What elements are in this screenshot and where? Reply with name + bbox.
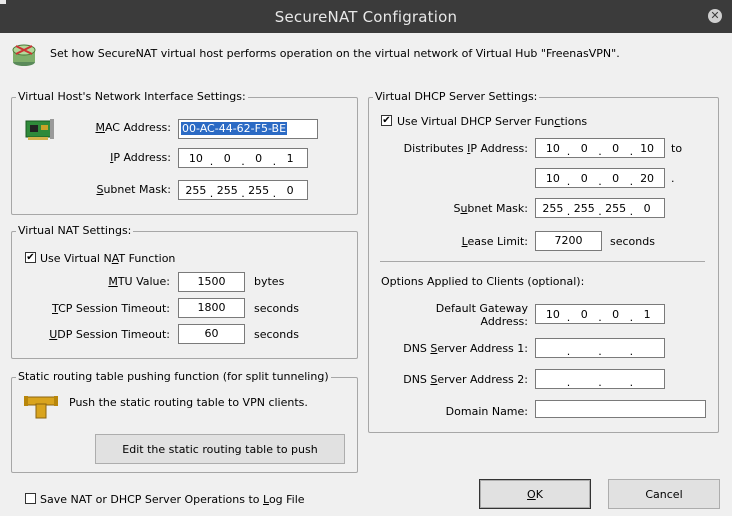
mtu-field[interactable]: 1500	[178, 272, 245, 292]
range-start-octet: 0	[580, 141, 588, 155]
cancel-button[interactable]: Cancel	[608, 479, 720, 509]
gateway-octet: 10	[545, 307, 560, 321]
domain-name-label: Domain Name:	[445, 405, 528, 418]
edit-static-routing-label: Edit the static routing table to push	[122, 443, 318, 456]
range-end-suffix: .	[671, 172, 675, 185]
mtu-unit: bytes	[254, 275, 285, 288]
mac-address-value: 00-AC-44-62-F5-BE	[181, 122, 288, 135]
range-end-octet: 0	[612, 171, 620, 185]
mask-octet: 255	[248, 183, 270, 197]
ip-address-field[interactable]: 10. 0. 0. 1	[178, 148, 308, 168]
nat-legend: Virtual NAT Settings:	[16, 224, 134, 237]
range-start-octet: 10	[640, 141, 655, 155]
gateway-label-line1: Default Gateway	[435, 302, 528, 315]
log-label: Save NAT or DHCP Server Operations to Lo…	[40, 493, 305, 506]
udp-timeout-label: UDP Session Timeout:	[49, 328, 170, 341]
ip-octet: 0	[255, 151, 263, 165]
ip-octet: 1	[286, 151, 294, 165]
dns1-label: DNS Server Address 1:	[403, 342, 528, 355]
dhcp-mask-octet: 255	[573, 201, 595, 215]
pipe-junction-icon	[24, 394, 58, 420]
ip-octet: 0	[223, 151, 231, 165]
nat-enable-checkbox[interactable]: ✔	[25, 252, 36, 263]
subnet-mask-field[interactable]: 255. 255. 255. 0	[178, 180, 308, 200]
mtu-label: MTU Value:	[108, 275, 170, 288]
range-start-octet: 10	[545, 141, 560, 155]
header-description: Set how SecureNAT virtual host performs …	[50, 47, 620, 60]
lease-limit-label: Lease Limit:	[461, 235, 528, 248]
dhcp-legend: Virtual DHCP Server Settings:	[373, 90, 540, 103]
mask-octet: 255	[216, 183, 238, 197]
title-bar: SecureNAT Configration ✕	[0, 0, 732, 33]
mask-octet: 0	[286, 183, 294, 197]
range-start-field[interactable]: 10. 0. 0. 10	[535, 138, 665, 158]
cancel-button-label: Cancel	[645, 488, 683, 501]
edit-static-routing-button[interactable]: Edit the static routing table to push	[95, 434, 345, 464]
nat-enable-label: Use Virtual NAT Function	[40, 252, 176, 265]
tcp-timeout-label: TCP Session Timeout:	[52, 302, 170, 315]
dhcp-mask-octet: 255	[605, 201, 627, 215]
dns2-field[interactable]: . . .	[535, 369, 665, 389]
dns2-label: DNS Server Address 2:	[403, 373, 528, 386]
gateway-octet: 0	[580, 307, 588, 321]
window-title: SecureNAT Configration	[274, 8, 458, 26]
dhcp-subnet-mask-field[interactable]: 255. 255. 255. 0	[535, 198, 665, 218]
udp-timeout-field[interactable]: 60	[178, 324, 245, 344]
domain-name-field[interactable]	[535, 400, 706, 418]
range-end-octet: 10	[545, 171, 560, 185]
tcp-timeout-unit: seconds	[254, 302, 299, 315]
dns1-field[interactable]: . . .	[535, 338, 665, 358]
gateway-label: Default Gateway Address:	[380, 302, 528, 328]
distribute-range-label: Distributes IP Address:	[403, 142, 528, 155]
lease-limit-unit: seconds	[610, 235, 655, 248]
ip-octet: 10	[188, 151, 203, 165]
mask-octet: 255	[185, 183, 207, 197]
close-icon[interactable]: ✕	[708, 9, 722, 23]
dhcp-mask-octet: 0	[643, 201, 651, 215]
range-to-label: to	[671, 142, 683, 155]
mac-address-field[interactable]: 00-AC-44-62-F5-BE	[178, 119, 318, 139]
mac-address-label: MAC Address:	[95, 121, 171, 134]
dhcp-mask-octet: 255	[542, 201, 564, 215]
gateway-octet: 1	[643, 307, 651, 321]
log-checkbox[interactable]	[25, 493, 36, 504]
range-end-field[interactable]: 10. 0. 0. 20	[535, 168, 665, 188]
lease-limit-field[interactable]: 7200	[535, 231, 602, 251]
udp-timeout-unit: seconds	[254, 328, 299, 341]
range-end-octet: 0	[580, 171, 588, 185]
ok-button[interactable]: OK	[479, 479, 591, 509]
ip-address-label: IP Address:	[110, 151, 171, 164]
ok-button-label: OK	[527, 488, 543, 501]
window-corner	[0, 0, 6, 4]
dhcp-enable-label: Use Virtual DHCP Server Functions	[397, 115, 588, 128]
range-end-octet: 20	[640, 171, 655, 185]
tcp-timeout-field[interactable]: 1800	[178, 298, 245, 318]
dhcp-enable-checkbox[interactable]: ✔	[381, 115, 392, 126]
gateway-octet: 0	[612, 307, 620, 321]
options-label: Options Applied to Clients (optional):	[381, 275, 585, 288]
gateway-label-line2: Address:	[480, 315, 528, 328]
dhcp-subnet-mask-label: Subnet Mask:	[453, 202, 528, 215]
subnet-mask-label: Subnet Mask:	[96, 183, 171, 196]
network-globe-icon	[10, 40, 38, 68]
gateway-field[interactable]: 10. 0. 0. 1	[535, 304, 665, 324]
host-interface-legend: Virtual Host's Network Interface Setting…	[16, 90, 248, 103]
options-divider	[380, 261, 705, 262]
routing-legend: Static routing table pushing function (f…	[16, 370, 331, 383]
routing-description: Push the static routing table to VPN cli…	[69, 396, 308, 409]
range-start-octet: 0	[612, 141, 620, 155]
network-card-icon	[24, 117, 56, 143]
